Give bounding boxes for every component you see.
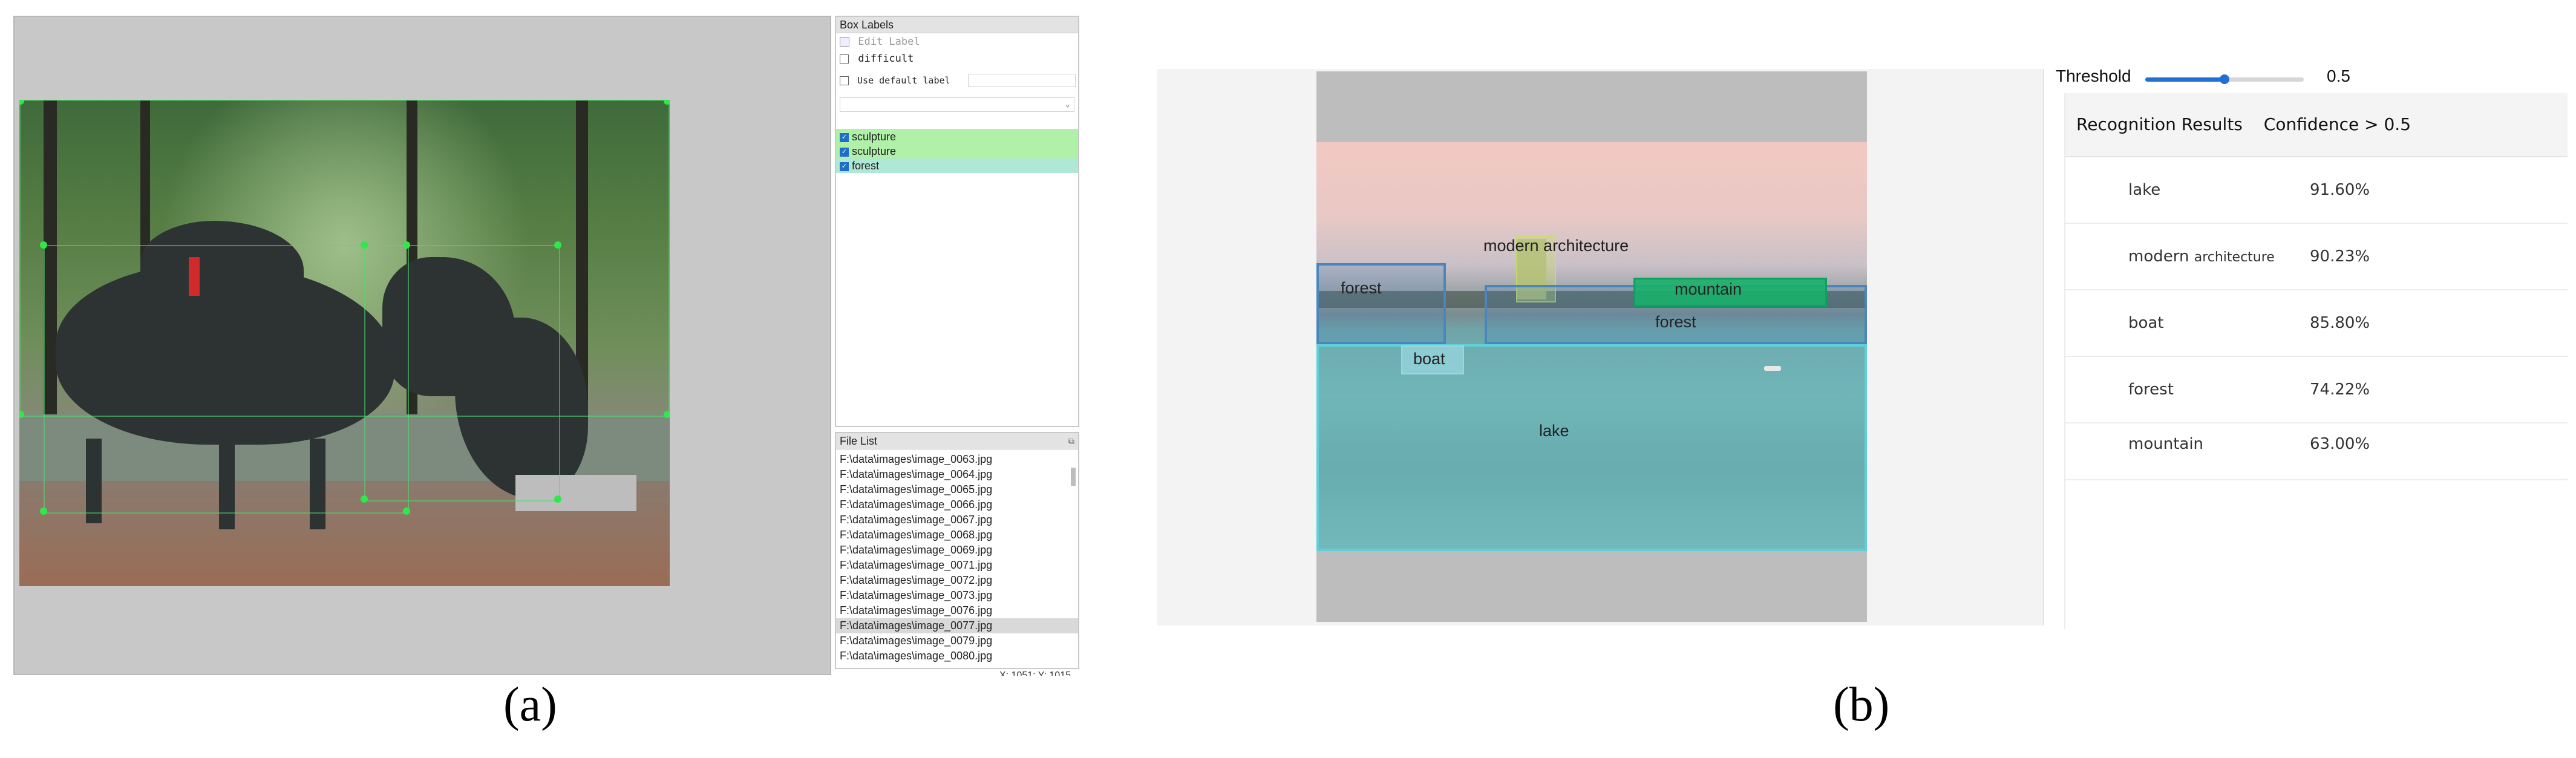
edit-label-button[interactable]: Edit Label	[836, 33, 1078, 50]
results-sidebar: Threshold 0.5 Recognition Results Confid…	[2056, 67, 2568, 629]
threshold-slider[interactable]	[2145, 74, 2304, 84]
annotation-canvas[interactable]	[13, 16, 831, 675]
file-list-dock: File List ⧉ F:\data\images\image_0063.jp…	[835, 432, 1079, 669]
file-list-item[interactable]: F:\data\images\image_0069.jpg	[836, 543, 1078, 558]
detection-label: forest	[1341, 279, 1382, 297]
difficult-checkbox[interactable]	[840, 54, 849, 64]
use-default-label-checkbox[interactable]	[840, 76, 849, 85]
detection-label: mountain	[1675, 280, 1742, 298]
result-row[interactable]: boat 85.80%	[2065, 290, 2568, 357]
caption-a: (a)	[503, 678, 557, 731]
file-list-item[interactable]: F:\data\images\image_0068.jpg	[836, 528, 1078, 543]
result-score: 91.60%	[2310, 181, 2370, 199]
detection-box-forest	[1316, 263, 1446, 344]
label-list-item[interactable]: ✓ forest	[836, 158, 1078, 173]
label-visible-checkbox[interactable]: ✓	[840, 147, 849, 157]
threshold-label: Threshold	[2056, 67, 2131, 85]
file-list-title: File List ⧉	[836, 433, 1078, 449]
file-list-item[interactable]: F:\data\images\image_0065.jpg	[836, 482, 1078, 497]
detection-label: lake	[1539, 422, 1569, 440]
results-title: Recognition Results	[2076, 114, 2243, 134]
lake-photo: modern architecture forest forest mounta…	[1316, 142, 1867, 551]
box-labels-dock: Box Labels Edit Label difficult Use defa…	[835, 16, 1079, 427]
label-item-name: sculpture	[852, 145, 897, 157]
file-list-item[interactable]: F:\data\images\image_0073.jpg	[836, 588, 1078, 603]
label-visible-checkbox[interactable]: ✓	[840, 132, 849, 142]
result-row[interactable]: mountain 63.00%	[2065, 417, 2568, 480]
label-visible-checkbox[interactable]: ✓	[840, 162, 849, 171]
result-row[interactable]: forest 74.22%	[2065, 357, 2568, 423]
result-score: 90.23%	[2310, 247, 2370, 266]
result-name: mountain	[2128, 435, 2204, 453]
label-item-name: sculpture	[852, 131, 897, 143]
detection-label: modern architecture	[1483, 237, 1629, 255]
label-list: ✓ sculpture ✓ sculpture ✓ forest	[836, 129, 1078, 173]
file-list-item[interactable]: F:\data\images\image_0071.jpg	[836, 558, 1078, 573]
file-list-item[interactable]: F:\data\images\image_0064.jpg	[836, 467, 1078, 482]
result-name: lake	[2128, 181, 2161, 199]
detection-label: boat	[1413, 350, 1445, 368]
file-list-item[interactable]: F:\data\images\image_0067.jpg	[836, 512, 1078, 528]
label-list-item[interactable]: ✓ sculpture	[836, 144, 1078, 158]
result-row[interactable]: modern architecture 90.23%	[2065, 224, 2568, 290]
file-list-item[interactable]: F:\data\images\image_0063.jpg	[836, 452, 1078, 467]
result-score: 63.00%	[2310, 435, 2370, 453]
result-name: forest	[2128, 381, 2174, 399]
status-coordinates: X: 1051; Y: 1015	[999, 671, 1071, 676]
label-list-item[interactable]: ✓ sculpture	[836, 129, 1078, 144]
image-frame: modern architecture forest forest mounta…	[1316, 71, 1867, 622]
file-list-item[interactable]: F:\data\images\image_0066.jpg	[836, 497, 1078, 512]
label-item-name: forest	[852, 160, 880, 172]
label-combobox[interactable]: ⌄	[840, 97, 1074, 112]
file-list: F:\data\images\image_0063.jpg F:\data\ima…	[836, 449, 1078, 664]
result-row[interactable]: lake 91.60%	[2065, 157, 2568, 224]
recognition-app: modern architecture forest forest mounta…	[1157, 67, 2568, 629]
caption-b: (b)	[1833, 678, 1890, 731]
default-label-input[interactable]	[968, 74, 1076, 87]
file-list-item[interactable]: F:\data\images\image_0076.jpg	[836, 603, 1078, 618]
detection-box-lake	[1316, 344, 1867, 551]
sculpture-photo	[19, 100, 670, 586]
chevron-down-icon: ⌄	[1065, 99, 1070, 109]
pencil-icon	[840, 37, 849, 47]
use-default-label-text: Use default label	[857, 75, 950, 86]
file-list-item[interactable]: F:\data\images\image_0079.jpg	[836, 633, 1078, 649]
results-table: Recognition Results Confidence > 0.5 lak…	[2064, 93, 2568, 629]
difficult-row[interactable]: difficult	[836, 50, 1078, 67]
result-score: 74.22%	[2310, 381, 2370, 399]
file-list-title-text: File List	[840, 435, 878, 447]
sculpture-box[interactable]	[364, 245, 560, 502]
confidence-filter: Confidence > 0.5	[2263, 114, 2411, 134]
results-header: Recognition Results Confidence > 0.5	[2065, 93, 2568, 157]
detection-canvas: modern architecture forest forest mounta…	[1157, 69, 2044, 626]
right-docks: Box Labels Edit Label difficult Use defa…	[835, 16, 1079, 676]
sculpture-box[interactable]	[44, 245, 409, 514]
result-name-secondary: architecture	[2194, 250, 2275, 265]
result-name: modern architecture	[2128, 224, 2275, 290]
threshold-slider-fill	[2145, 77, 2225, 82]
box-labels-title: Box Labels	[836, 17, 1078, 33]
edit-label-text: Edit Label	[858, 36, 920, 48]
labelimg-window: Box Labels Edit Label difficult Use defa…	[13, 13, 1079, 679]
file-list-item[interactable]: F:\data\images\image_0072.jpg	[836, 573, 1078, 588]
detection-label: forest	[1655, 313, 1696, 331]
threshold-value: 0.5	[2327, 67, 2350, 85]
threshold-slider-thumb[interactable]	[2220, 74, 2229, 84]
default-label-row: Use default label	[836, 67, 1078, 94]
file-scrollbar[interactable]	[1071, 468, 1076, 486]
result-name-main: modern	[2128, 247, 2189, 266]
file-list-item[interactable]: F:\data\images\image_0080.jpg	[836, 649, 1078, 664]
difficult-label: difficult	[858, 53, 914, 65]
result-name: boat	[2128, 314, 2164, 332]
result-score: 85.80%	[2310, 314, 2370, 332]
float-dock-icon[interactable]: ⧉	[1068, 433, 1074, 449]
file-list-item[interactable]: F:\data\images\image_0077.jpg	[836, 618, 1078, 633]
